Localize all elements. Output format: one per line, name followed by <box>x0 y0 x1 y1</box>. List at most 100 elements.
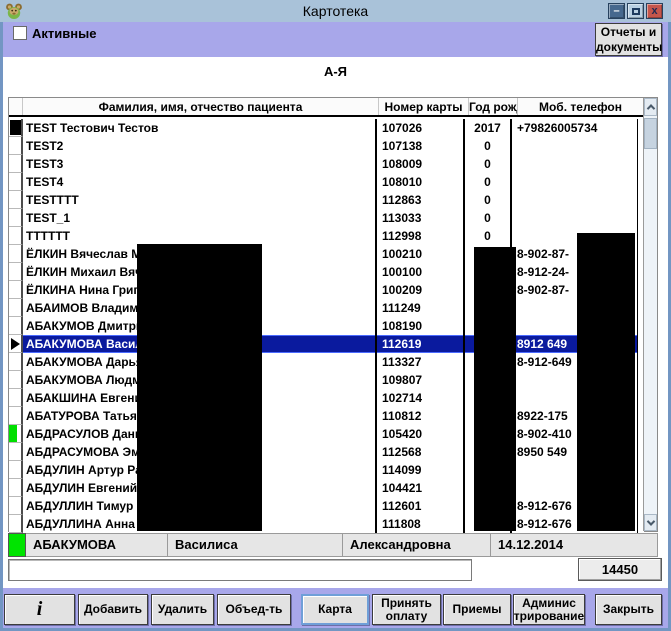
table-row[interactable]: АБДУЛИН Артур Ра114099 <box>9 461 644 479</box>
active-checkbox[interactable] <box>13 26 27 40</box>
cell-card-number: 113327 <box>377 353 465 371</box>
table-row[interactable]: АБАТУРОВА Татья1108128922-175 <box>9 407 644 425</box>
cell-card-number: 110812 <box>377 407 465 425</box>
cell-mobile-phone <box>512 191 638 209</box>
vertical-scrollbar[interactable] <box>643 98 657 531</box>
cell-card-number: 108010 <box>377 173 465 191</box>
delete-button[interactable]: Удалить <box>151 594 214 625</box>
table-row[interactable]: АБДРАСУЛОВ Дани1054208-902-410 <box>9 425 644 443</box>
info-button[interactable]: i <box>4 594 75 625</box>
status-birthdate: 14.12.2014 <box>491 533 658 557</box>
search-input[interactable] <box>8 559 472 581</box>
cell-patient-name: TEST_1 <box>23 209 377 227</box>
cell-birth-year: 0 <box>465 209 512 227</box>
reports-documents-button[interactable]: Отчеты и документы <box>595 23 662 56</box>
row-indicator-cell <box>9 245 23 263</box>
table-row[interactable]: TEST21071380 <box>9 137 644 155</box>
cell-patient-name: TEST3 <box>23 155 377 173</box>
cell-card-number: 112568 <box>377 443 465 461</box>
chevron-up-icon <box>646 104 654 112</box>
cell-mobile-phone <box>512 173 638 191</box>
cell-card-number: 107026 <box>377 119 465 137</box>
table-row[interactable]: TEST_11130330 <box>9 209 644 227</box>
header-card-number[interactable]: Номер карты <box>379 98 469 115</box>
table-header: Фамилия, имя, отчество пациента Номер ка… <box>9 98 644 117</box>
appointments-button[interactable]: Приемы <box>443 594 511 625</box>
cell-patient-name: TEST Тестович Тестов <box>23 119 377 137</box>
current-row-arrow-icon <box>11 338 20 350</box>
scroll-down-button[interactable] <box>644 514 657 531</box>
add-button[interactable]: Добавить <box>78 594 148 625</box>
table-row[interactable]: АБДРАСУМОВА Эм1125688950 549 <box>9 443 644 461</box>
header-birth-year[interactable]: Год рожд <box>469 98 518 115</box>
cell-birth-year: 0 <box>465 191 512 209</box>
row-indicator-cell <box>9 461 23 479</box>
cell-birth-year: 0 <box>465 173 512 191</box>
cell-card-number: 111249 <box>377 299 465 317</box>
black-marker <box>10 120 21 135</box>
header-mobile-phone[interactable]: Моб. телефон <box>518 98 644 115</box>
merge-button[interactable]: Объед-ть <box>217 594 291 625</box>
row-indicator-cell <box>9 191 23 209</box>
app-window: Картотека – x Активные Отчеты и документ… <box>0 0 671 631</box>
table-row[interactable]: АБДУЛЛИН Тимур И1126018-912-676м <box>9 497 644 515</box>
row-indicator-cell <box>9 317 23 335</box>
table-row[interactable]: АБАКУМОВ Дмитри108190 <box>9 317 644 335</box>
close-icon: x <box>651 5 657 17</box>
table-row[interactable]: TESTTTT1128630 <box>9 191 644 209</box>
close-button[interactable]: Закрыть <box>595 594 662 625</box>
phone-visible-suffix: м <box>625 497 634 515</box>
table-row[interactable]: TEST41080100 <box>9 173 644 191</box>
row-indicator-cell <box>9 335 23 353</box>
scroll-up-button[interactable] <box>644 98 657 116</box>
table-row[interactable]: ЁЛКИН Михаил Вяч1001008-912-24- <box>9 263 644 281</box>
window-frame-left <box>0 22 3 631</box>
close-button[interactable]: x <box>646 3 663 19</box>
cell-card-number: 112998 <box>377 227 465 245</box>
minimize-icon: – <box>613 5 619 17</box>
cell-card-number: 112619 <box>377 335 465 353</box>
table-row[interactable]: ЁЛКИН Вячеслав М10021019498-902-87-н <box>9 245 644 263</box>
row-indicator-cell <box>9 515 23 533</box>
table-body: TEST Тестович Тестов1070262017+798260057… <box>9 119 644 533</box>
table-row[interactable]: TEST Тестович Тестов1070262017+798260057… <box>9 119 644 137</box>
table-row[interactable]: АБДУЛЛИНА Анна А1118088-912-676 <box>9 515 644 533</box>
table-row[interactable]: TTTTTT1129980 <box>9 227 644 245</box>
cell-card-number: 109807 <box>377 371 465 389</box>
status-color-indicator <box>8 533 26 557</box>
cell-patient-name: TTTTTT <box>23 227 377 245</box>
table-row[interactable]: АБАКУМОВА Людм109807 <box>9 371 644 389</box>
cell-card-number: 112863 <box>377 191 465 209</box>
table-row[interactable]: АБАКШИНА Евгени102714 <box>9 389 644 407</box>
row-indicator-cell <box>9 227 23 245</box>
cell-mobile-phone: +79826005734 <box>512 119 638 137</box>
table-row[interactable]: АБАИМОВ Владим111249 <box>9 299 644 317</box>
row-indicator-cell <box>9 137 23 155</box>
administration-button[interactable]: Админис трирование <box>513 594 585 625</box>
alphabet-range-label: А-Я <box>0 64 671 79</box>
accept-payment-button[interactable]: Принять оплату <box>372 594 441 625</box>
redaction-box-names <box>137 244 262 531</box>
patient-table: Фамилия, имя, отчество пациента Номер ка… <box>8 97 658 532</box>
cell-patient-name: TEST2 <box>23 137 377 155</box>
minimize-button[interactable]: – <box>608 3 625 19</box>
row-indicator-cell <box>9 425 23 443</box>
cell-birth-year: 0 <box>465 155 512 173</box>
cell-card-number: 104421 <box>377 479 465 497</box>
row-indicator-cell <box>9 371 23 389</box>
table-row[interactable]: АБДУЛИН Евгений104421 <box>9 479 644 497</box>
table-row[interactable]: АБАКУМОВА Дарья1133278-912-649 <box>9 353 644 371</box>
cell-card-number: 113033 <box>377 209 465 227</box>
cell-card-number: 112601 <box>377 497 465 515</box>
maximize-button[interactable] <box>627 3 644 19</box>
header-patient-name[interactable]: Фамилия, имя, отчество пациента <box>23 98 379 115</box>
table-row[interactable]: ЁЛКИНА Нина Григ1002098-902-87- <box>9 281 644 299</box>
card-button[interactable]: Карта <box>301 594 369 625</box>
row-indicator-cell <box>9 281 23 299</box>
cell-card-number: 111808 <box>377 515 465 533</box>
table-row[interactable]: АБАКУМОВА Васил1126198912 649 <box>9 335 644 353</box>
table-row[interactable]: TEST31080090 <box>9 155 644 173</box>
scrollbar-thumb[interactable] <box>644 118 657 149</box>
row-indicator-cell <box>9 263 23 281</box>
active-checkbox-label: Активные <box>32 26 96 41</box>
